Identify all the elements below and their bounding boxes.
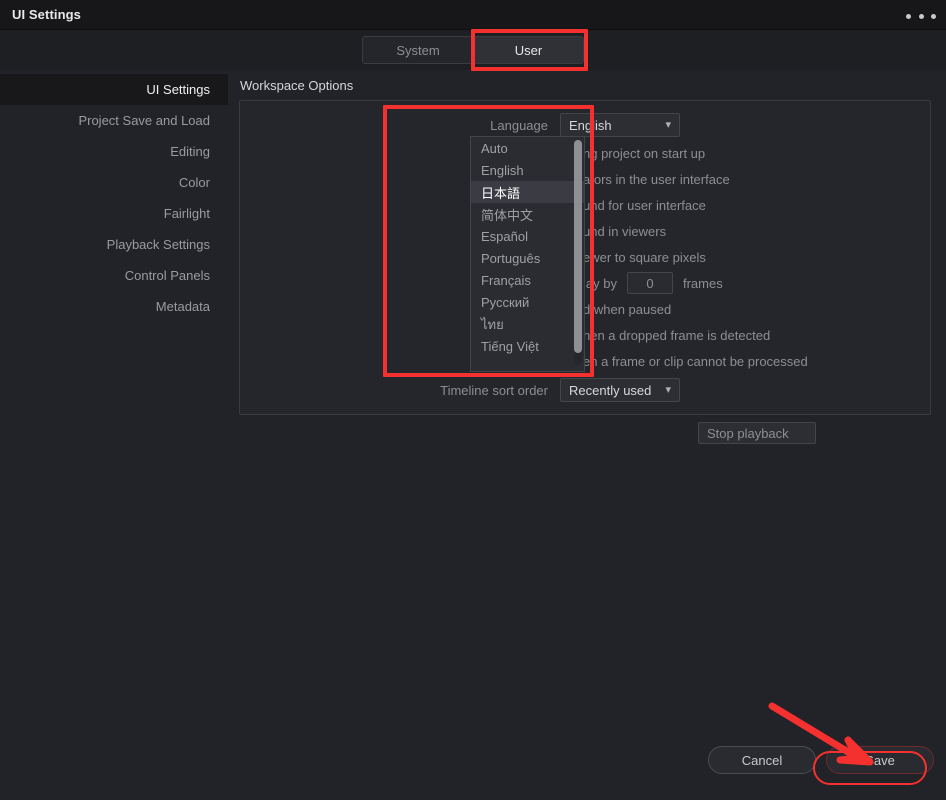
ellipsis-icon[interactable] <box>906 9 936 23</box>
option-row: ewer to square pixels <box>240 245 930 269</box>
dropdown-item-spanish[interactable]: Español <box>471 225 584 247</box>
option-label: und in viewers <box>583 223 667 239</box>
option-label: ng project on start up <box>583 145 706 161</box>
option-row: d when paused <box>240 297 930 321</box>
sidebar-item-playback-settings[interactable]: Playback Settings <box>0 229 228 260</box>
timeline-sort-order-label: Timeline sort order <box>440 382 548 398</box>
dropdown-scrollbar[interactable] <box>574 140 582 365</box>
dropdown-item-russian[interactable]: Русский <box>471 291 584 313</box>
timeline-sort-order-combobox[interactable]: Recently used ▾ <box>560 378 680 402</box>
workspace-options-panel: Language English ▾ ng project on start u… <box>239 100 931 415</box>
option-row: ng project on start up <box>240 141 930 165</box>
option-row: en a frame or clip cannot be processed <box>240 349 930 373</box>
sidebar-item-ui-settings[interactable]: UI Settings <box>0 74 228 105</box>
chevron-down-icon: ▾ <box>665 118 671 131</box>
tab-system[interactable]: System <box>363 37 473 63</box>
option-label: lay by <box>583 275 617 291</box>
save-button[interactable]: Save <box>826 746 934 774</box>
dropdown-item-chinese[interactable]: 简体中文 <box>471 203 584 225</box>
ui-settings-window: UI Settings System User UI Settings Proj… <box>0 0 946 800</box>
option-label: en a frame or clip cannot be processed <box>583 353 808 369</box>
dropdown-item-french[interactable]: Français <box>471 269 584 291</box>
cancel-button[interactable]: Cancel <box>708 746 816 774</box>
chevron-down-icon: ▾ <box>665 383 671 396</box>
sidebar-item-fairlight[interactable]: Fairlight <box>0 198 228 229</box>
window-titlebar: UI Settings <box>0 0 946 30</box>
section-title: Workspace Options <box>240 78 354 93</box>
option-label: ewer to square pixels <box>583 249 706 265</box>
option-row: hen a dropped frame is detected <box>240 323 930 347</box>
option-row: und in viewers <box>240 219 930 243</box>
sidebar-item-editing[interactable]: Editing <box>0 136 228 167</box>
frames-number-input[interactable]: 0 <box>626 272 673 294</box>
option-label: und for user interface <box>583 197 706 213</box>
language-row: Language English ▾ <box>240 113 930 137</box>
language-combobox-value: English <box>569 117 612 133</box>
dialog-footer: Cancel Save <box>0 730 946 800</box>
option-label: hen a dropped frame is detected <box>583 327 771 343</box>
tab-user[interactable]: User <box>473 37 583 63</box>
timeline-sort-order-value: Recently used <box>569 382 652 398</box>
option-row-with-number: lay by 0 frames <box>240 271 930 295</box>
frames-unit-label: frames <box>682 275 723 291</box>
sidebar-item-control-panels[interactable]: Control Panels <box>0 260 228 291</box>
dropdown-item-thai[interactable]: ไทย <box>471 313 584 335</box>
settings-content: Workspace Options Language English ▾ ng … <box>228 70 946 760</box>
settings-tabstrip: System User <box>0 30 946 70</box>
option-label: ators in the user interface <box>583 171 730 187</box>
dropdown-item-vietnamese[interactable]: Tiếng Việt <box>471 335 584 357</box>
language-dropdown-list: Auto English 日本語 简体中文 Español Português … <box>470 136 585 372</box>
timeline-sort-order-row: Timeline sort order Recently used ▾ <box>240 378 930 402</box>
language-combobox[interactable]: English ▾ <box>560 113 680 137</box>
sidebar-item-color[interactable]: Color <box>0 167 228 198</box>
language-label: Language <box>490 117 548 133</box>
page-title: UI Settings <box>12 7 81 22</box>
sidebar-item-project-save-load[interactable]: Project Save and Load <box>0 105 228 136</box>
dropdown-item-portuguese[interactable]: Português <box>471 247 584 269</box>
option-label: d when paused <box>583 301 672 317</box>
sidebar-item-metadata[interactable]: Metadata <box>0 291 228 322</box>
option-row: ators in the user interface <box>240 167 930 191</box>
dropdown-item-japanese[interactable]: 日本語 <box>471 181 584 203</box>
tab-group: System User <box>362 36 584 64</box>
hidden-combobox[interactable]: Stop playback <box>698 422 816 444</box>
dropdown-scrollbar-thumb[interactable] <box>574 140 582 353</box>
settings-sidebar: UI Settings Project Save and Load Editin… <box>0 70 228 760</box>
dropdown-item-english[interactable]: English <box>471 159 584 181</box>
dropdown-item-auto[interactable]: Auto <box>471 137 584 159</box>
option-row: und for user interface <box>240 193 930 217</box>
